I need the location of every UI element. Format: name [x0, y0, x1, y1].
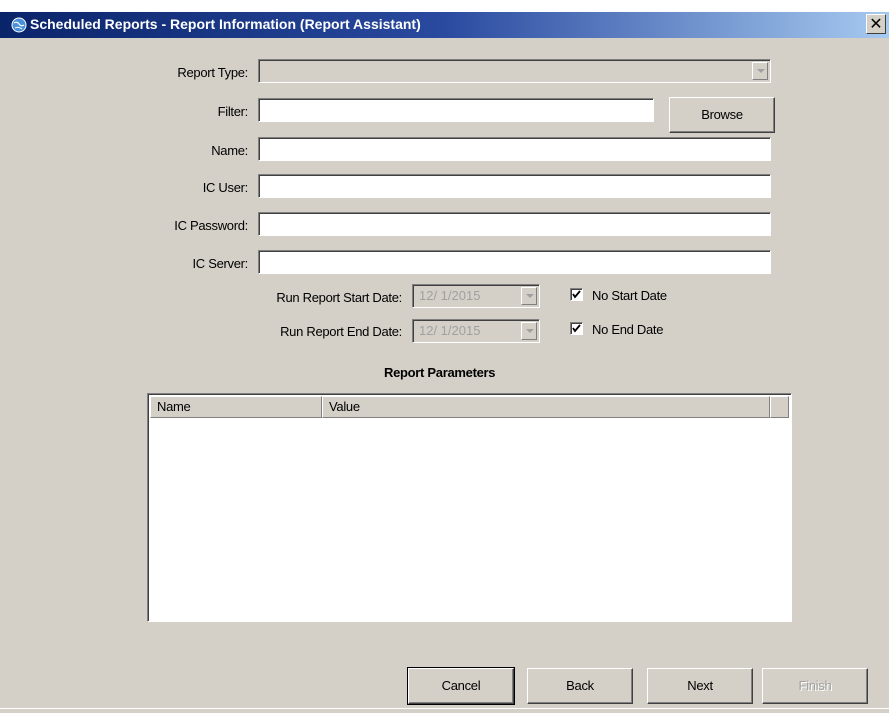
ic-user-label: IC User:: [202, 180, 249, 195]
ic-server-input[interactable]: [258, 250, 771, 274]
window-title: Scheduled Reports - Report Information (…: [30, 16, 421, 32]
name-input[interactable]: [258, 137, 771, 161]
chevron-down-icon[interactable]: [752, 62, 768, 80]
report-type-dropdown[interactable]: [258, 59, 771, 83]
filter-label: Filter:: [217, 104, 249, 119]
ic-password-label: IC Password:: [174, 218, 248, 233]
column-header-name[interactable]: Name: [150, 396, 322, 418]
title-bar[interactable]: Scheduled Reports - Report Information (…: [0, 12, 889, 38]
checkmark-icon: [572, 290, 581, 299]
end-date-value: 12/ 1/2015: [419, 323, 481, 338]
title-bar-area: Scheduled Reports - Report Information (…: [0, 0, 889, 38]
report-parameters-list[interactable]: Name Value: [147, 393, 792, 622]
calendar-dropdown-icon[interactable]: [521, 322, 537, 340]
browse-button[interactable]: Browse: [669, 97, 775, 133]
close-icon: ✕: [869, 14, 883, 33]
ic-password-input[interactable]: [258, 212, 771, 236]
column-header-filler: [770, 396, 789, 418]
next-button[interactable]: Next: [647, 668, 753, 704]
no-end-date-label[interactable]: No End Date: [592, 322, 663, 337]
no-end-date-checkbox[interactable]: [570, 322, 583, 335]
globe-icon: [10, 16, 28, 34]
report-parameters-title: Report Parameters: [384, 365, 496, 380]
end-date-label: Run Report End Date:: [280, 324, 402, 339]
filter-input[interactable]: [258, 98, 654, 122]
end-date-picker[interactable]: 12/ 1/2015: [412, 319, 540, 343]
name-label: Name:: [211, 143, 248, 158]
finish-button: Finish: [762, 668, 868, 704]
close-button[interactable]: ✕: [866, 14, 886, 34]
start-date-picker[interactable]: 12/ 1/2015: [412, 284, 540, 308]
start-date-label: Run Report Start Date:: [276, 290, 402, 305]
column-header-value[interactable]: Value: [322, 396, 770, 418]
checkmark-icon: [572, 324, 581, 333]
report-type-label: Report Type:: [177, 65, 248, 80]
window-bottom-border: [0, 708, 889, 713]
cancel-button[interactable]: Cancel: [407, 667, 515, 705]
ic-server-label: IC Server:: [192, 256, 248, 271]
no-start-date-label[interactable]: No Start Date: [592, 288, 667, 303]
back-button[interactable]: Back: [527, 668, 633, 704]
no-start-date-checkbox[interactable]: [570, 288, 583, 301]
start-date-value: 12/ 1/2015: [419, 288, 481, 303]
ic-user-input[interactable]: [258, 174, 771, 198]
calendar-dropdown-icon[interactable]: [521, 287, 537, 305]
